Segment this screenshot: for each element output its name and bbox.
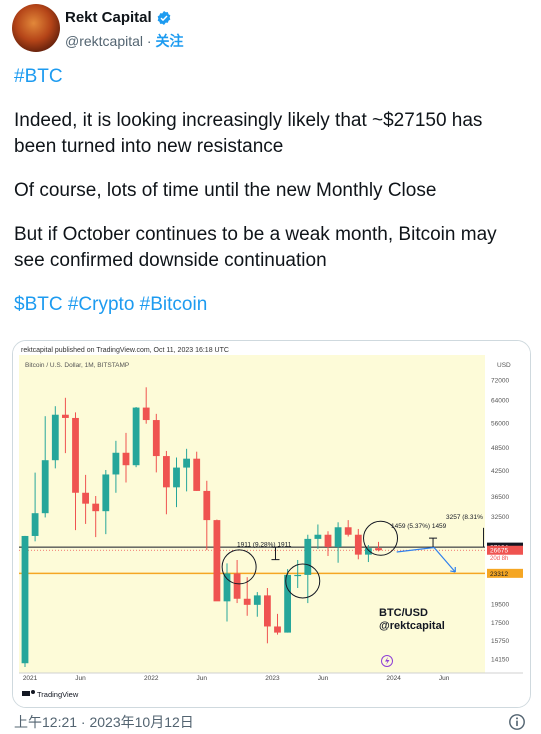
hashtag-btc[interactable]: #BTC	[14, 66, 63, 87]
candle-body	[102, 474, 110, 512]
candle-body	[142, 407, 150, 421]
author-handle[interactable]: @rektcapital	[65, 33, 143, 49]
hashtag-bitcoin[interactable]: #Bitcoin	[140, 294, 208, 315]
cashtag-btc[interactable]: $BTC	[14, 294, 63, 315]
candle-body	[152, 420, 160, 457]
candle-body	[264, 595, 271, 627]
countdown-label: 20d 8h	[490, 556, 508, 562]
candle-body	[183, 458, 190, 468]
candle-body	[82, 492, 89, 504]
chart-image-card[interactable]: rektcapital published on TradingView.com…	[12, 340, 531, 708]
watermark-handle: @rektcapital	[379, 620, 445, 632]
x-tick-label: 2024	[386, 675, 401, 682]
y-axis-ticks: 72000 64000 56000 48500 42500 36500 32500 19500…	[491, 377, 509, 663]
x-tick-label: 2022	[144, 675, 159, 682]
y-tick-label: 72000	[491, 377, 509, 384]
candle-body	[92, 503, 100, 512]
candle-body	[344, 527, 352, 535]
candle-body	[72, 417, 79, 493]
candle-body	[243, 598, 251, 605]
tweet-hashtags: $BTC #Crypto #Bitcoin	[14, 292, 529, 318]
y-tick-label: 32500	[491, 514, 509, 521]
currency-label: USD	[497, 362, 511, 369]
candle-body	[41, 460, 49, 514]
x-tick-label: Jun	[318, 675, 329, 682]
y-tick-label: 15750	[491, 638, 509, 645]
candle-body	[132, 407, 140, 466]
candle-body	[223, 573, 231, 602]
separator-dot: ·	[146, 33, 152, 49]
y-tick-label: 64000	[491, 398, 509, 405]
candle-body	[163, 456, 170, 488]
candle-body	[354, 534, 362, 555]
btc-monthly-chart: rektcapital published on TradingView.com…	[13, 341, 530, 707]
candle-body	[233, 573, 241, 599]
tweet-body: #BTC Indeed, it is looking increasingly …	[14, 64, 529, 336]
candle-body	[51, 414, 59, 461]
candle-body	[365, 548, 372, 555]
candle-body	[112, 452, 120, 475]
candle-body	[173, 467, 180, 488]
tweet-paragraph-3: But if October continues to be a weak mo…	[14, 224, 497, 271]
candle-body	[304, 538, 312, 575]
y-tick-label: 56000	[491, 421, 509, 428]
annotation-left: 1911 (9.28%) 1911	[237, 542, 292, 549]
x-tick-label: Jun	[197, 675, 208, 682]
annotation-far-right: 3257 (8.31%	[446, 514, 483, 521]
candle-body	[314, 534, 322, 539]
price-label: 26675	[490, 548, 508, 555]
verified-badge-icon	[157, 10, 171, 25]
y-tick-label: 17500	[491, 620, 509, 627]
candle-body	[375, 548, 382, 551]
y-tick-label: 48500	[491, 445, 509, 452]
tradingview-brand: TradingView	[37, 690, 79, 699]
price-label: 23312	[490, 571, 508, 578]
tweet-paragraph-2: Of course, lots of time until the new Mo…	[14, 180, 437, 201]
symbol-label: Bitcoin / U.S. Dollar, 1M, BITSTAMP	[25, 362, 129, 369]
y-tick-label: 42500	[491, 468, 509, 475]
tweet-paragraph-1: Indeed, it is looking increasingly likel…	[14, 110, 483, 157]
info-icon[interactable]	[508, 713, 526, 731]
candle-body	[334, 527, 342, 547]
candle-body	[294, 574, 302, 577]
candle-body	[122, 452, 130, 466]
watermark-pair: BTC/USD	[379, 607, 428, 619]
candle-body	[324, 534, 332, 547]
tweet-header: Rekt Capital @rektcapital · 关注	[12, 4, 532, 52]
x-tick-label: 2021	[23, 675, 38, 682]
y-tick-label: 19500	[491, 601, 509, 608]
x-tick-label: Jun	[439, 675, 450, 682]
candle-body	[31, 513, 39, 536]
published-note: rektcapital published on TradingView.com…	[21, 347, 229, 354]
candle-body	[21, 535, 29, 664]
tweet-timestamp[interactable]: 上午12:21 · 2023年10月12日	[14, 712, 194, 732]
candle-body	[213, 520, 221, 602]
annotation-right: 1459 (5.37%) 1459	[391, 523, 447, 530]
author-handle-row: @rektcapital · 关注	[65, 31, 183, 51]
hashtag-crypto[interactable]: #Crypto	[68, 294, 135, 315]
y-tick-label: 14150	[491, 656, 509, 663]
candle-body	[62, 414, 69, 418]
follow-button[interactable]: 关注	[155, 33, 183, 49]
avatar[interactable]	[12, 4, 60, 52]
candle-body	[203, 490, 211, 521]
x-tick-label: 2023	[265, 675, 280, 682]
author-name[interactable]: Rekt Capital	[65, 9, 152, 26]
candle-body	[284, 574, 291, 633]
candle-body	[253, 595, 261, 605]
y-tick-label: 36500	[491, 494, 509, 501]
x-tick-label: Jun	[75, 675, 86, 682]
author-name-row: Rekt Capital	[65, 9, 172, 26]
candle-body	[274, 626, 281, 633]
candle-body	[193, 458, 201, 491]
